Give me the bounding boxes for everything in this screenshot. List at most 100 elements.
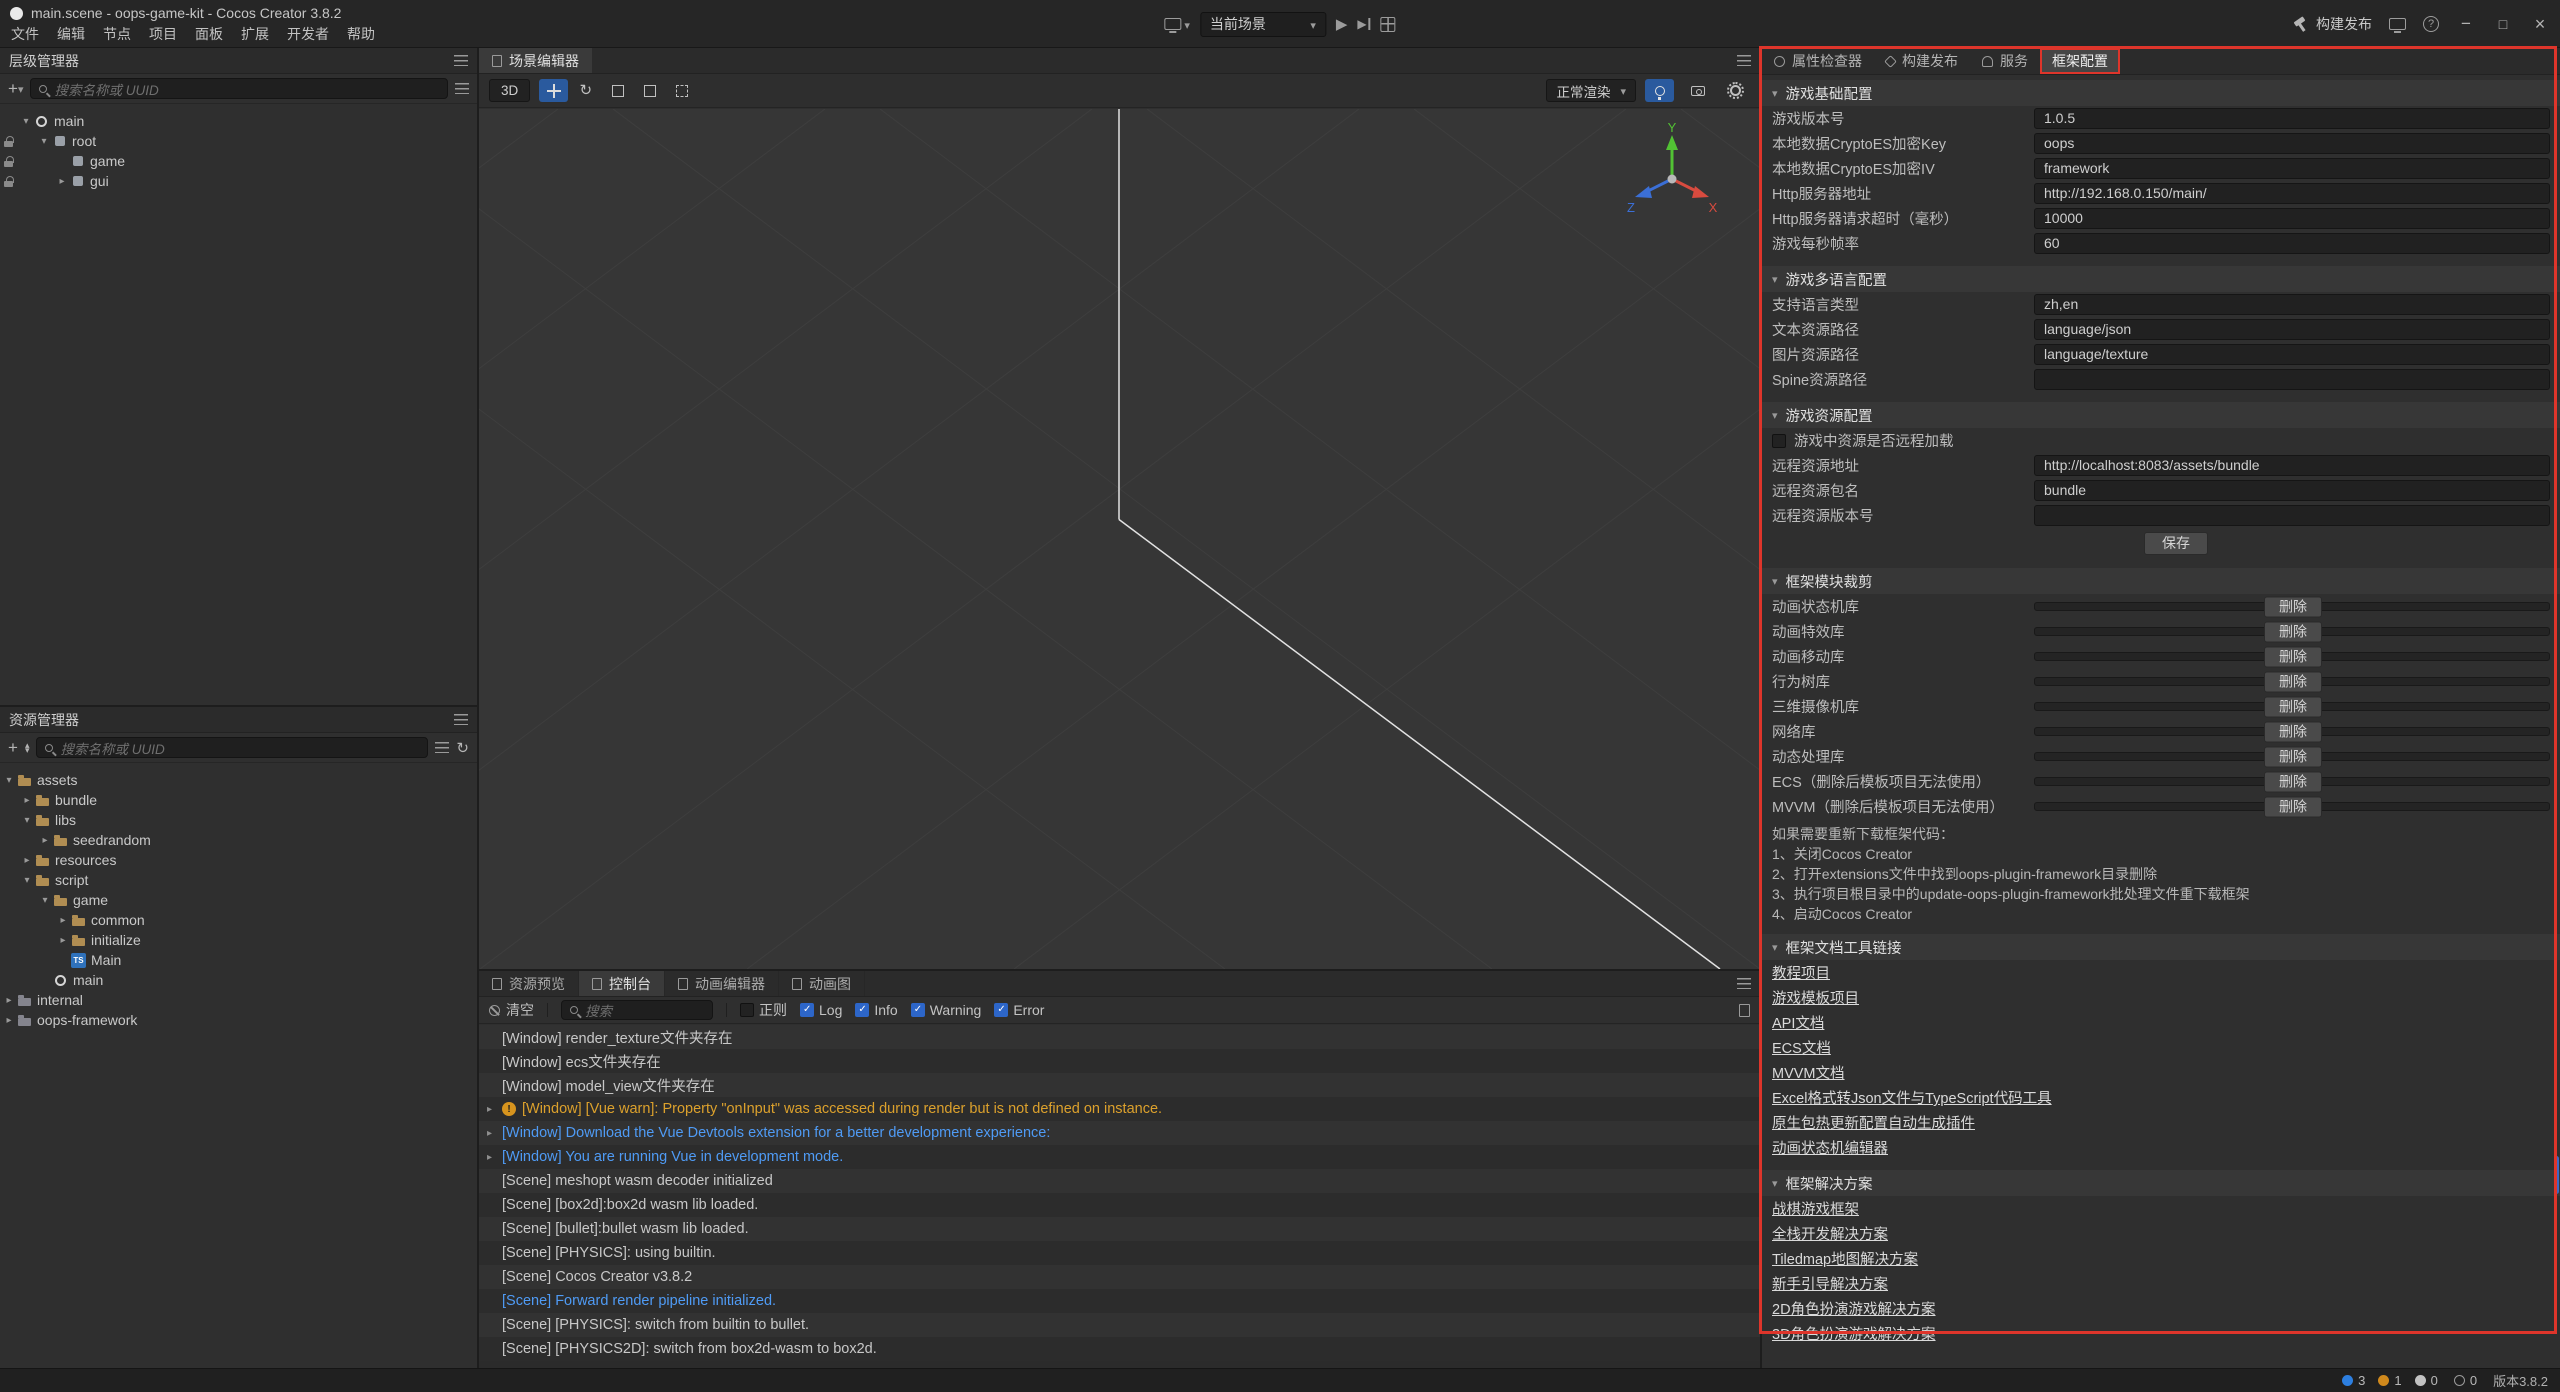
section-header-modules[interactable]: 框架模块裁剪 [1762,568,2560,594]
create-asset-button[interactable] [8,739,18,757]
log-filter-checkbox[interactable]: Info [855,1002,897,1018]
section-header-docs[interactable]: 框架文档工具链接 [1762,934,2560,960]
layout-button[interactable] [1381,17,1396,32]
menu-item[interactable]: 节点 [94,24,140,44]
tree-row[interactable]: game [0,151,477,171]
config-input[interactable]: framework [2034,158,2550,179]
tree-row[interactable]: bundle [0,790,477,810]
tree-row[interactable]: libs [0,810,477,830]
menu-item[interactable]: 开发者 [278,24,338,44]
clear-console-button[interactable]: 清空 [489,1000,534,1020]
tree-row[interactable]: common [0,910,477,930]
config-input[interactable]: http://192.168.0.150/main/ [2034,183,2550,204]
config-input[interactable]: 60 [2034,233,2550,254]
solution-link[interactable]: 战棋游戏框架 [1762,1196,2560,1221]
panel-menu-icon[interactable] [454,714,468,725]
solution-link[interactable]: 2D角色扮演游戏解决方案 [1762,1296,2560,1321]
hierarchy-filter-button[interactable] [455,83,469,94]
delete-module-button[interactable]: 删除 [2264,671,2322,692]
tree-row[interactable]: Main [0,950,477,970]
config-input[interactable]: language/json [2034,319,2550,340]
solution-link[interactable]: 3D角色扮演游戏解决方案 [1762,1321,2560,1346]
expand-arrow-icon[interactable] [2,995,16,1006]
panel-menu-icon[interactable] [454,55,468,66]
expand-arrow-icon[interactable] [19,116,33,127]
config-input[interactable]: zh,en [2034,294,2550,315]
config-input[interactable]: 10000 [2034,208,2550,229]
create-node-button[interactable] [8,80,23,98]
console-tab[interactable]: 资源预览 [479,971,579,996]
tree-row[interactable]: script [0,870,477,890]
expand-arrow-icon[interactable] [20,875,34,886]
refresh-assets-button[interactable] [456,739,469,757]
delete-module-button[interactable]: 删除 [2264,771,2322,792]
delete-module-button[interactable]: 删除 [2264,621,2322,642]
log-row[interactable]: [Window] [Vue warn]: Property "onInput" … [479,1097,1760,1121]
doc-link[interactable]: 原生包热更新配置自动生成插件 [1762,1110,2560,1135]
inspector-tab[interactable]: 服务 [1970,48,2040,74]
tree-row[interactable]: root [0,131,477,151]
maximize-button[interactable] [2493,14,2513,34]
tree-row[interactable]: seedrandom [0,830,477,850]
scene-camera-button[interactable] [1683,79,1712,102]
panel-menu-icon[interactable] [1737,978,1751,989]
play-button[interactable] [1336,15,1348,33]
tree-row[interactable]: resources [0,850,477,870]
inspector-tab[interactable]: 属性检查器 [1762,48,1874,74]
log-row[interactable]: [Scene] meshopt wasm decoder initialized [479,1169,1760,1193]
regex-checkbox[interactable]: 正则 [740,1000,787,1020]
help-button[interactable] [2423,16,2439,32]
lock-icon[interactable] [0,153,17,170]
config-input[interactable]: 1.0.5 [2034,108,2550,129]
log-row[interactable]: [Window] You are running Vue in developm… [479,1145,1760,1169]
doc-link[interactable]: 动画状态机编辑器 [1762,1135,2560,1160]
preview-device-button[interactable] [1164,16,1190,33]
log-row[interactable]: [Window] model_view文件夹存在 [479,1073,1760,1097]
delete-module-button[interactable]: 删除 [2264,796,2322,817]
panel-menu-icon[interactable] [1737,55,1751,66]
menu-item[interactable]: 项目 [140,24,186,44]
menu-item[interactable]: 帮助 [338,24,384,44]
config-input[interactable]: language/texture [2034,344,2550,365]
delete-module-button[interactable]: 删除 [2264,696,2322,717]
expand-arrow-icon[interactable] [2,1015,16,1026]
menu-item[interactable]: 面板 [186,24,232,44]
light-toggle-button[interactable] [1645,79,1674,102]
tree-row[interactable]: gui [0,171,477,191]
inspector-tab[interactable]: 框架配置 [2040,48,2120,74]
log-expand-icon[interactable] [487,1128,502,1139]
console-tab[interactable]: 动画图 [779,971,865,996]
log-row[interactable]: [Scene] [PHYSICS]: switch from builtin t… [479,1313,1760,1337]
expand-arrow-icon[interactable] [20,855,34,866]
log-row[interactable]: [Scene] [PHYSICS]: using builtin. [479,1241,1760,1265]
scene-select-dropdown[interactable]: 当前场景 [1200,12,1326,37]
section-header-resource[interactable]: 游戏资源配置 [1762,402,2560,428]
inspector-tab[interactable]: 构建发布 [1874,48,1970,74]
expand-arrow-icon[interactable] [56,915,70,926]
expand-arrow-icon[interactable] [20,795,34,806]
scene-editor-tab[interactable]: 场景编辑器 [479,48,592,73]
expand-arrow-icon[interactable] [20,815,34,826]
tree-row[interactable]: main [0,111,477,131]
preview-window-button[interactable] [2389,18,2406,30]
doc-link[interactable]: 游戏模板项目 [1762,985,2560,1010]
delete-module-button[interactable]: 删除 [2264,646,2322,667]
step-button[interactable] [1357,17,1370,31]
rect-tool-button[interactable] [603,79,632,102]
section-header-language[interactable]: 游戏多语言配置 [1762,266,2560,292]
save-button[interactable]: 保存 [2144,532,2208,555]
tree-row[interactable]: internal [0,990,477,1010]
assets-filter-button[interactable] [435,742,449,753]
assets-search-input[interactable]: 搜索名称或 UUID [36,737,428,758]
menu-item[interactable]: 扩展 [232,24,278,44]
doc-link[interactable]: 教程项目 [1762,960,2560,985]
log-expand-icon[interactable] [487,1152,502,1163]
menu-item[interactable]: 编辑 [48,24,94,44]
anchor-tool-button[interactable] [667,79,696,102]
config-input[interactable]: http://localhost:8083/assets/bundle [2034,455,2550,476]
config-input[interactable]: oops [2034,133,2550,154]
status-counter[interactable]: 0 [2415,1373,2438,1388]
log-row[interactable]: [Scene] [PHYSICS2D]: switch from box2d-w… [479,1337,1760,1361]
console-tab[interactable]: 控制台 [579,971,665,996]
mode-3d-button[interactable]: 3D [489,79,530,102]
